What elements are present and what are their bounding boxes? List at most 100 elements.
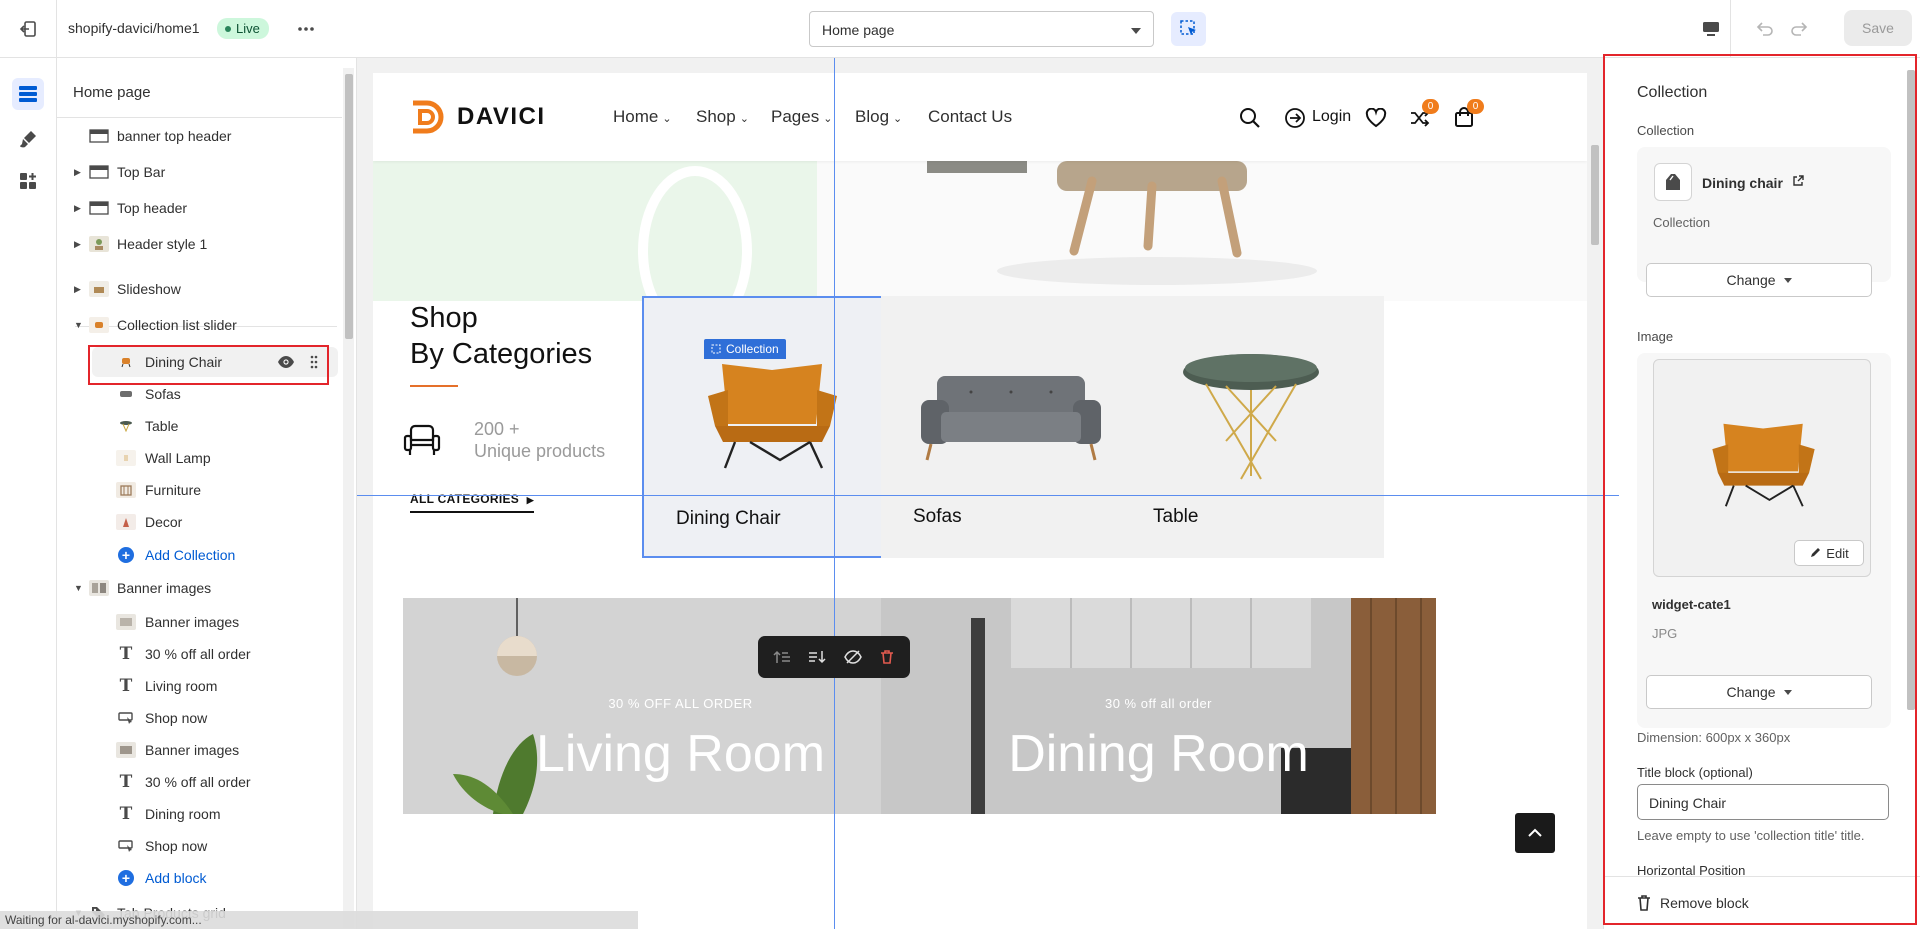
block-text[interactable]: T 30 % off all order bbox=[57, 767, 342, 797]
exit-icon bbox=[19, 21, 36, 37]
store-logo[interactable]: DAVICI bbox=[409, 99, 546, 135]
block-label: Shop now bbox=[145, 710, 208, 726]
image-preview[interactable]: Edit bbox=[1653, 359, 1871, 577]
logo-text: DAVICI bbox=[457, 103, 546, 130]
lamp-thumbnail bbox=[116, 450, 136, 466]
image-dimension: Dimension: 600px x 360px bbox=[1637, 730, 1791, 745]
add-collection-button[interactable]: + Add Collection bbox=[57, 540, 342, 570]
title-block-input[interactable]: Dining Chair bbox=[1637, 784, 1889, 820]
block-banner-images[interactable]: Banner images bbox=[57, 607, 342, 637]
panel-scrollbar[interactable] bbox=[1905, 58, 1917, 876]
section-slideshow[interactable]: ▶ Slideshow bbox=[57, 274, 342, 304]
header-section-icon bbox=[89, 164, 109, 180]
nav-pages[interactable]: Pages ⌄ bbox=[771, 107, 832, 127]
scrollbar-thumb[interactable] bbox=[1591, 145, 1599, 245]
remove-block-button[interactable]: Remove block bbox=[1660, 895, 1749, 911]
login-link[interactable] bbox=[1284, 107, 1306, 129]
block-table[interactable]: Table bbox=[57, 411, 342, 441]
nav-blog[interactable]: Blog ⌄ bbox=[855, 107, 902, 127]
category-name: Dining Chair bbox=[676, 508, 781, 529]
apps-tab[interactable] bbox=[12, 165, 44, 197]
collapse-arrow-icon[interactable]: ▼ bbox=[74, 320, 83, 330]
block-banner-images[interactable]: Banner images bbox=[57, 735, 342, 765]
inspector-toggle-button[interactable] bbox=[1171, 12, 1206, 46]
edit-image-button[interactable]: Edit bbox=[1794, 540, 1864, 566]
collapse-arrow-icon[interactable]: ▼ bbox=[74, 583, 83, 593]
add-block-button[interactable]: + Add block bbox=[57, 863, 342, 893]
section-banner-top-header[interactable]: banner top header bbox=[57, 121, 342, 151]
page-select[interactable]: Home page bbox=[809, 11, 1154, 47]
expand-arrow-icon[interactable]: ▶ bbox=[74, 284, 81, 295]
unique-count: 200 + bbox=[474, 419, 520, 439]
block-text[interactable]: T Dining room bbox=[57, 799, 342, 829]
category-card-sofas[interactable]: Sofas bbox=[881, 296, 1144, 558]
section-top-header[interactable]: ▶ Top header bbox=[57, 193, 342, 223]
live-badge-label: Live bbox=[236, 21, 260, 36]
collection-name-link[interactable]: Dining chair bbox=[1702, 175, 1783, 191]
expand-arrow-icon[interactable]: ▶ bbox=[74, 203, 81, 214]
block-text[interactable]: T 30 % off all order bbox=[57, 639, 342, 669]
arch-decoration bbox=[638, 166, 752, 301]
button-block-icon bbox=[116, 838, 136, 854]
change-image-button[interactable]: Change bbox=[1646, 675, 1872, 709]
chevron-down-icon: ⌄ bbox=[739, 113, 749, 125]
banner-thumbnail bbox=[116, 614, 136, 630]
heart-icon bbox=[1365, 108, 1387, 128]
category-card-dining-chair[interactable]: Dining Chair bbox=[642, 296, 905, 558]
store-header: DAVICI Home ⌄ Shop ⌄ Pages ⌄ Blog ⌄ Contact … bbox=[373, 73, 1587, 161]
theme-settings-tab[interactable] bbox=[12, 123, 44, 155]
sections-tab[interactable] bbox=[12, 78, 44, 110]
nav-home[interactable]: Home ⌄ bbox=[613, 107, 672, 127]
change-button-label: Change bbox=[1726, 684, 1776, 700]
change-collection-button[interactable]: Change bbox=[1646, 263, 1872, 297]
section-top-bar[interactable]: ▶ Top Bar bbox=[57, 157, 342, 187]
hide-block-button[interactable] bbox=[843, 649, 862, 665]
block-text[interactable]: T Living room bbox=[57, 671, 342, 701]
banner-dining-room[interactable]: 30 % off all order Dining Room bbox=[881, 598, 1436, 814]
block-furniture[interactable]: Furniture bbox=[57, 475, 342, 505]
nav-shop[interactable]: Shop ⌄ bbox=[696, 107, 749, 127]
wishlist-button[interactable] bbox=[1365, 108, 1387, 128]
sections-sidebar: Home page banner top header ▶ Top Bar ▶ … bbox=[57, 58, 357, 929]
collection-type: Collection bbox=[1653, 215, 1711, 230]
scrollbar-thumb[interactable] bbox=[345, 74, 353, 339]
desktop-preview-button[interactable] bbox=[1698, 16, 1724, 42]
block-button[interactable]: Shop now bbox=[57, 703, 342, 733]
login-label[interactable]: Login bbox=[1312, 108, 1351, 126]
block-button[interactable]: Shop now bbox=[57, 831, 342, 861]
expand-arrow-icon[interactable]: ▶ bbox=[74, 239, 81, 250]
selected-block-tag-label: Collection bbox=[726, 342, 779, 356]
sidebar-scrollbar[interactable] bbox=[343, 68, 354, 928]
nav-label: Home bbox=[613, 107, 659, 126]
banner-living-room[interactable]: 30 % OFF ALL ORDER Living Room bbox=[403, 598, 958, 814]
preview-chair-image bbox=[1712, 423, 1815, 507]
undo-button[interactable] bbox=[1751, 16, 1777, 42]
move-down-button[interactable] bbox=[808, 649, 826, 665]
more-actions-button[interactable] bbox=[294, 17, 318, 41]
block-label: Decor bbox=[145, 514, 183, 530]
table-image bbox=[1183, 354, 1319, 480]
scrollbar-thumb[interactable] bbox=[1907, 70, 1915, 710]
section-collection-list-slider[interactable]: ▼ Collection list slider bbox=[57, 310, 342, 340]
external-link-icon[interactable] bbox=[1792, 175, 1804, 187]
block-decor[interactable]: Decor bbox=[57, 507, 342, 537]
redo-button[interactable] bbox=[1787, 16, 1813, 42]
expand-arrow-icon[interactable]: ▶ bbox=[74, 167, 81, 178]
save-button[interactable]: Save bbox=[1844, 10, 1912, 46]
delete-block-button[interactable] bbox=[879, 649, 895, 665]
more-horizontal-icon bbox=[298, 27, 314, 31]
section-banner-images[interactable]: ▼ Banner images bbox=[57, 573, 342, 603]
back-to-top-button[interactable] bbox=[1515, 813, 1555, 853]
move-up-button[interactable] bbox=[773, 649, 791, 665]
search-button[interactable] bbox=[1239, 107, 1261, 129]
image-format: JPG bbox=[1652, 626, 1678, 641]
nav-contact[interactable]: Contact Us bbox=[928, 107, 1012, 127]
block-wall-lamp[interactable]: Wall Lamp bbox=[57, 443, 342, 473]
canvas-scrollbar[interactable] bbox=[1588, 73, 1602, 921]
category-name: Table bbox=[1153, 506, 1199, 527]
section-header-style-1[interactable]: ▶ Header style 1 bbox=[57, 229, 342, 259]
exit-button[interactable] bbox=[0, 0, 57, 58]
image-picker-card: Edit widget-cate1 JPG bbox=[1637, 353, 1891, 728]
selection-frame-icon bbox=[711, 344, 721, 354]
category-card-table[interactable]: Table bbox=[1121, 296, 1384, 558]
